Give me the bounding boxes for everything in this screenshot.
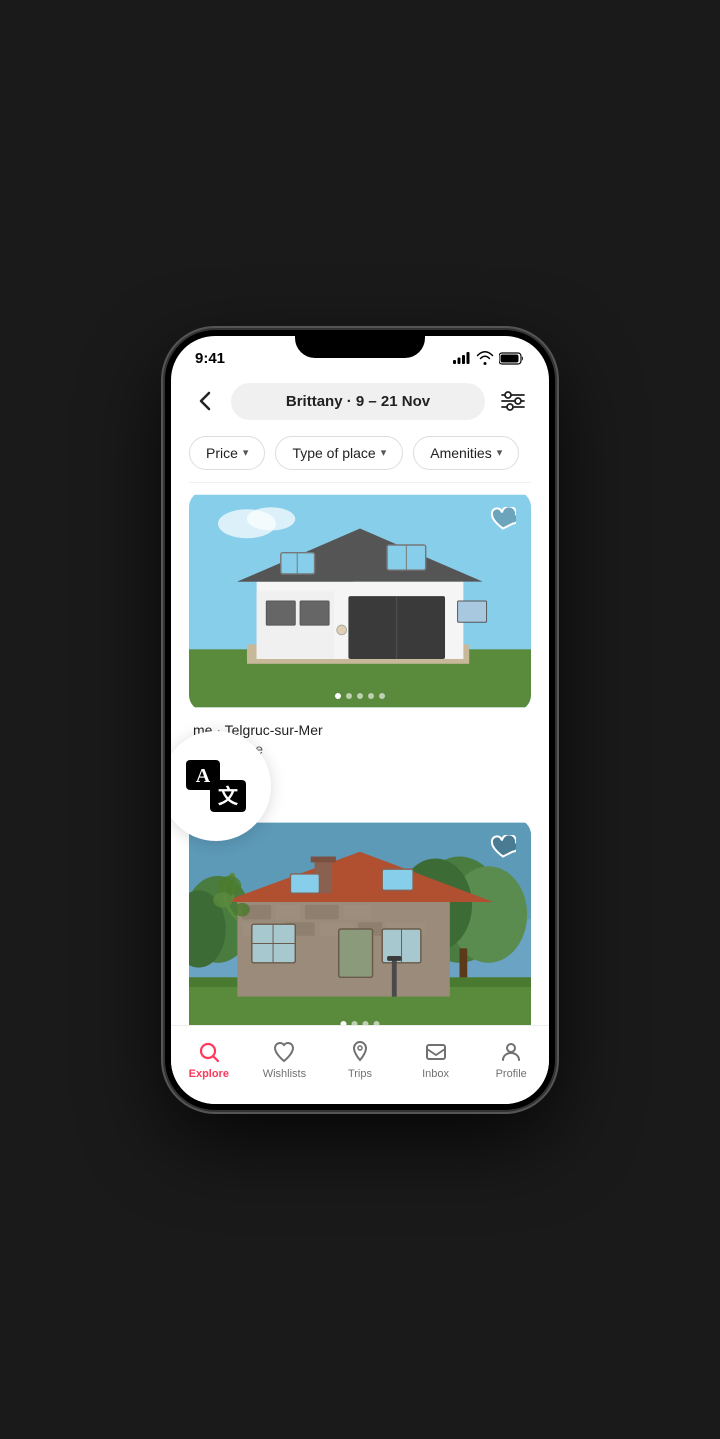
svg-text:文: 文 xyxy=(218,784,239,808)
notch xyxy=(295,330,425,358)
filter-button[interactable] xyxy=(495,383,531,419)
inbox-icon xyxy=(424,1040,448,1064)
price-filter-chip[interactable]: Price ▾ xyxy=(189,436,265,470)
status-time: 9:41 xyxy=(195,350,225,367)
type-of-place-filter-label: Type of place xyxy=(292,445,375,461)
price-chevron-icon: ▾ xyxy=(243,446,249,459)
battery-icon xyxy=(499,352,525,365)
wishlist-button-1[interactable] xyxy=(487,503,519,535)
wishlists-icon xyxy=(272,1040,296,1064)
phone-frame: 9:41 xyxy=(165,330,555,1110)
phone-screen: 9:41 xyxy=(171,336,549,1104)
dot-2-3 xyxy=(363,1021,369,1024)
dot-2-1-active xyxy=(341,1021,347,1024)
screen-content[interactable]: Brittany · 9 – 21 Nov Price ▾ xyxy=(171,373,549,1025)
header-divider xyxy=(189,482,531,483)
profile-label: Profile xyxy=(496,1068,527,1080)
dot-3 xyxy=(357,693,363,699)
dot-5 xyxy=(379,693,385,699)
wishlists-label: Wishlists xyxy=(263,1068,306,1080)
nav-wishlists[interactable]: Wishlists xyxy=(247,1036,323,1084)
dot-2-2 xyxy=(352,1021,358,1024)
explore-label: Explore xyxy=(189,1068,229,1080)
dot-1-active xyxy=(335,693,341,699)
type-of-place-filter-chip[interactable]: Type of place ▾ xyxy=(275,436,403,470)
wifi-icon xyxy=(476,351,494,365)
price-filter-label: Price xyxy=(206,445,238,461)
dot-2-4 xyxy=(374,1021,380,1024)
profile-icon xyxy=(499,1040,523,1064)
trips-icon xyxy=(348,1040,372,1064)
signal-icon xyxy=(453,352,471,364)
header: Brittany · 9 – 21 Nov xyxy=(171,373,549,430)
amenities-chevron-icon: ▾ xyxy=(497,446,503,459)
dot-2 xyxy=(346,693,352,699)
nav-explore[interactable]: Explore xyxy=(171,1036,247,1084)
listing-card-2[interactable] xyxy=(189,819,531,1024)
svg-text:A: A xyxy=(196,765,211,787)
search-pill[interactable]: Brittany · 9 – 21 Nov xyxy=(231,383,485,420)
image-dots-1 xyxy=(335,693,385,699)
nav-inbox[interactable]: Inbox xyxy=(398,1036,474,1084)
listing-image-1 xyxy=(189,491,531,711)
dot-4 xyxy=(368,693,374,699)
status-icons xyxy=(453,351,525,365)
heart-icon-1 xyxy=(490,507,516,531)
nav-profile[interactable]: Profile xyxy=(473,1036,549,1084)
trips-label: Trips xyxy=(348,1068,372,1080)
back-button[interactable] xyxy=(189,385,221,417)
bottom-nav: Explore Wishlists Trips I xyxy=(171,1025,549,1104)
inbox-label: Inbox xyxy=(422,1068,449,1080)
filter-chips: Price ▾ Type of place ▾ Amenities ▾ xyxy=(171,430,549,482)
amenities-filter-chip[interactable]: Amenities ▾ xyxy=(413,436,519,470)
explore-icon xyxy=(197,1040,221,1064)
nav-trips[interactable]: Trips xyxy=(322,1036,398,1084)
listing-1-container: me · Telgruc-sur-Mer front house ight $5… xyxy=(171,491,549,804)
image-dots-2 xyxy=(341,1021,380,1024)
wishlist-button-2[interactable] xyxy=(487,831,519,863)
amenities-filter-label: Amenities xyxy=(430,445,491,461)
filter-icon xyxy=(500,391,526,411)
type-chevron-icon: ▾ xyxy=(381,446,387,459)
translate-icon: A 文 xyxy=(182,752,250,820)
listing-image-2 xyxy=(189,819,531,1024)
heart-icon-2 xyxy=(490,835,516,859)
